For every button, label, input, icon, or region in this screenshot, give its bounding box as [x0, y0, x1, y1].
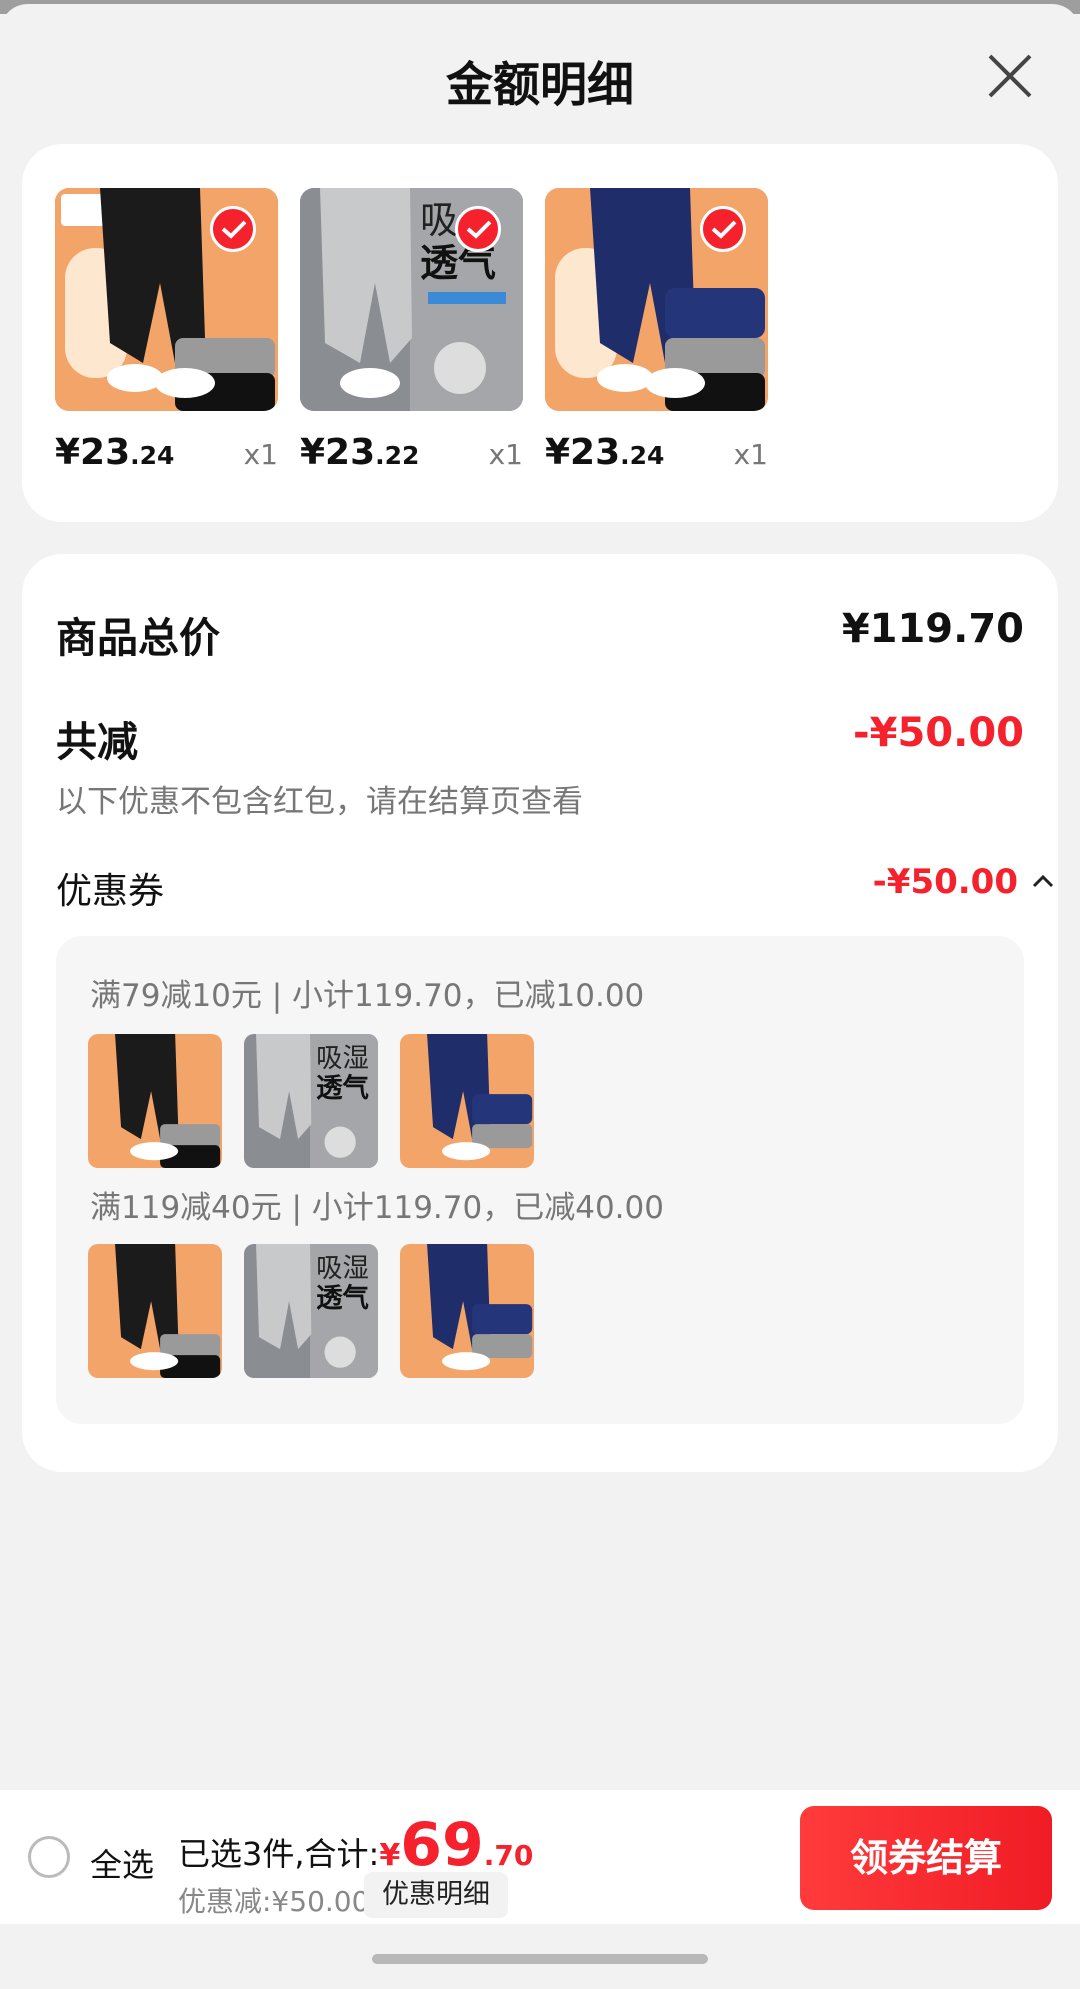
coupon-product-thumbnail — [400, 1244, 534, 1378]
amount-detail-sheet: 金额明细 ¥23.24 x1 吸 透气 ¥23.22 x1 ¥23.24 x1 … — [0, 4, 1080, 1989]
total-price-value: ¥119.70 — [841, 606, 1024, 652]
select-all-label[interactable]: 全选 — [90, 1840, 154, 1886]
total-amount: ¥69.70 — [379, 1810, 534, 1880]
product-price: ¥23.22 — [300, 432, 420, 473]
coupon-product-thumbnail: 吸湿 透气 — [244, 1244, 378, 1378]
product-quantity: x1 — [733, 438, 768, 471]
product-item[interactable]: ¥23.24 x1 — [545, 188, 768, 473]
coupon-product-thumbnail — [88, 1244, 222, 1378]
product-price: ¥23.24 — [55, 432, 175, 473]
select-all-radio[interactable] — [28, 1836, 70, 1878]
coupon-rule: 满79减10元 | 小计119.70，已减10.00 — [90, 978, 645, 1014]
checkout-bar: 全选 已选3件,合计:¥69.70 优惠减:¥50.00 优惠明细 领券结算 — [0, 1790, 1080, 1924]
coupon-value: -¥50.00 — [872, 862, 1018, 902]
home-indicator[interactable] — [372, 1954, 708, 1964]
product-item[interactable]: ¥23.24 x1 — [55, 188, 278, 473]
coupon-detail-box: 满79减10元 | 小计119.70，已减10.00 吸湿 透气 满119减40元… — [56, 936, 1024, 1424]
coupon-product-thumbnail: 吸湿 透气 — [244, 1034, 378, 1168]
reduce-value: -¥50.00 — [853, 710, 1024, 756]
svg-text:吸湿: 吸湿 — [316, 1253, 369, 1284]
product-image — [55, 188, 278, 411]
coupon-label: 优惠券 — [56, 871, 165, 912]
price-summary-card: 商品总价 ¥119.70 共减 -¥50.00 以下优惠不包含红包，请在结算页查… — [22, 554, 1058, 1472]
sheet-title: 金额明细 — [446, 58, 634, 113]
discount-note: 以下优惠不包含红包，请在结算页查看 — [56, 784, 583, 820]
coupon-product-thumbnail — [400, 1034, 534, 1168]
product-item[interactable]: 吸 透气 ¥23.22 x1 — [300, 188, 523, 473]
chevron-up-icon — [1032, 874, 1054, 888]
coupon-product-thumbnail — [88, 1034, 222, 1168]
selected-products-card: ¥23.24 x1 吸 透气 ¥23.22 x1 ¥23.24 x1 — [22, 144, 1058, 522]
product-quantity: x1 — [488, 438, 523, 471]
selected-check-icon — [210, 206, 256, 252]
discount-text: 优惠减:¥50.00 — [178, 1885, 370, 1918]
svg-text:吸: 吸 — [420, 198, 458, 242]
product-image: 吸 透气 — [300, 188, 523, 411]
coupon-toggle[interactable]: -¥50.00 — [872, 862, 1054, 902]
svg-text:透气: 透气 — [316, 1283, 369, 1314]
product-price: ¥23.24 — [545, 432, 665, 473]
selected-check-icon — [700, 206, 746, 252]
svg-text:吸湿: 吸湿 — [316, 1043, 369, 1074]
total-price-label: 商品总价 — [56, 614, 220, 662]
selected-count-text: 已选3件,合计: — [178, 1835, 380, 1873]
reduce-label: 共减 — [56, 718, 138, 766]
selected-summary: 已选3件,合计:¥69.70 — [178, 1810, 533, 1880]
close-icon[interactable] — [984, 50, 1036, 102]
checkout-button[interactable]: 领券结算 — [800, 1806, 1052, 1910]
product-image — [545, 188, 768, 411]
discount-detail-button[interactable]: 优惠明细 — [364, 1872, 508, 1918]
product-quantity: x1 — [243, 438, 278, 471]
selected-check-icon — [455, 206, 501, 252]
svg-text:透气: 透气 — [316, 1073, 369, 1104]
coupon-rule: 满119减40元 | 小计119.70，已减40.00 — [90, 1190, 664, 1226]
